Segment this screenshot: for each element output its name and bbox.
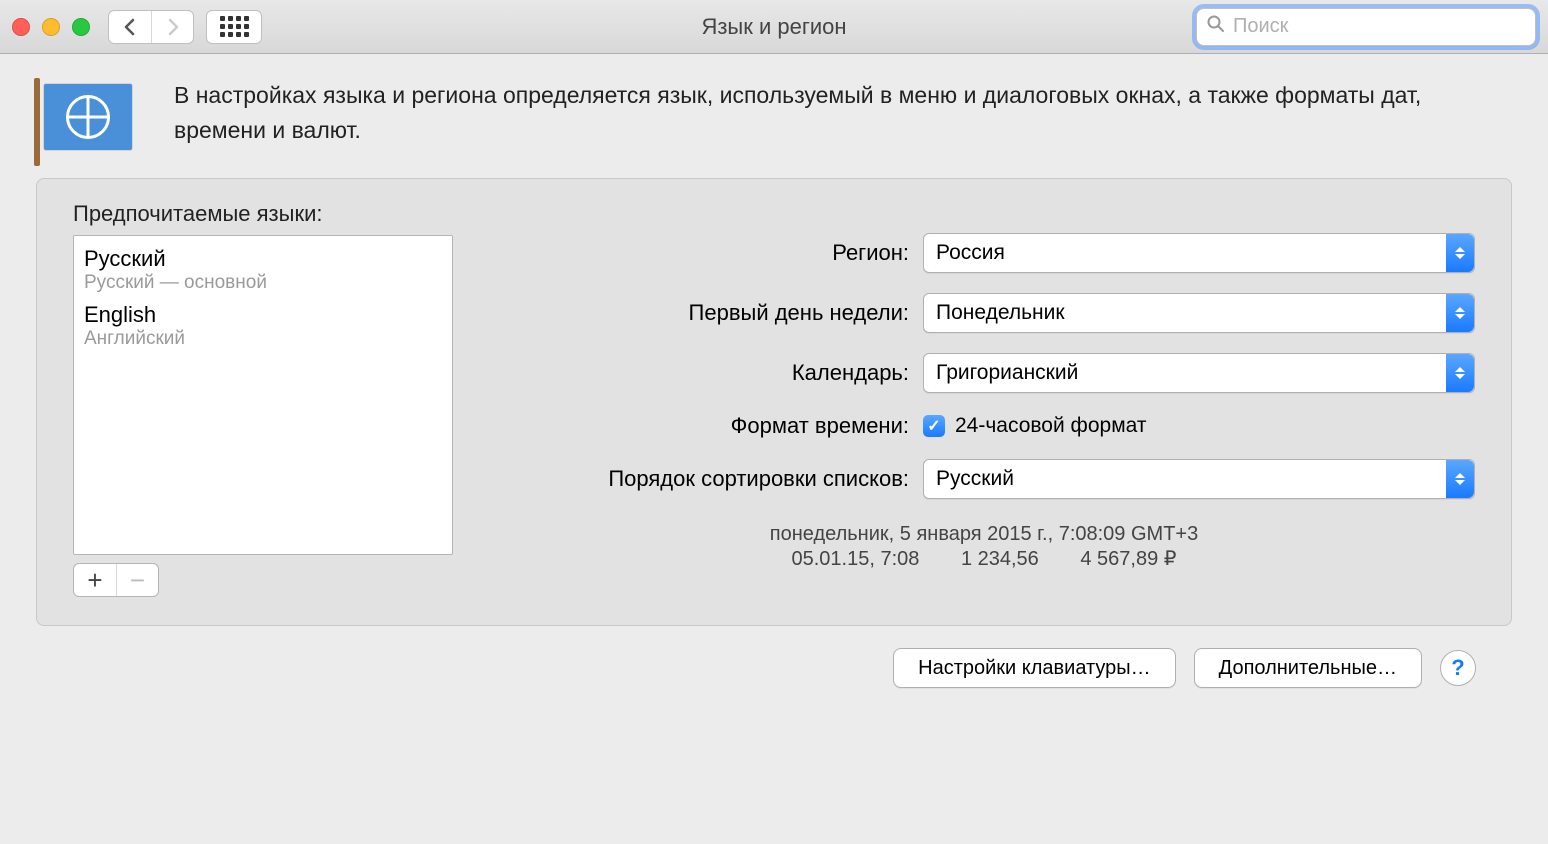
time-format-label: Формат времени: [493,413,923,439]
intro-text: В настройках языка и региона определяетс… [174,78,1454,147]
sample-currency: 4 567,89 ₽ [1080,548,1176,570]
titlebar: Язык и регион [0,0,1548,54]
calendar-select[interactable]: Григорианский [923,353,1475,393]
back-button[interactable] [109,11,151,43]
select-arrows-icon [1446,354,1474,392]
nav-buttons [108,10,194,44]
footer-buttons: Настройки клавиатуры… Дополнительные… ? [36,626,1512,688]
help-button[interactable]: ? [1440,650,1476,686]
first-day-value: Понедельник [936,301,1065,325]
language-list[interactable]: Русский Русский — основной English Англи… [73,235,453,555]
time-format-checkbox-label: 24-часовой формат [955,414,1146,438]
time-format-checkbox[interactable]: ✓ [923,415,945,437]
un-flag-icon [44,84,132,150]
language-subtitle: Английский [84,328,442,350]
first-day-label: Первый день недели: [493,300,923,326]
select-arrows-icon [1446,460,1474,498]
search-field[interactable] [1196,8,1536,46]
forward-button[interactable] [151,11,193,43]
settings-panel: Предпочитаемые языки: Русский Русский — … [36,178,1512,626]
sample-long-date: понедельник, 5 января 2015 г., 7:08:09 G… [493,523,1475,546]
sample-short-date: 05.01.15, 7:08 [791,548,919,570]
language-name: Русский [84,246,442,272]
select-arrows-icon [1446,294,1474,332]
first-day-select[interactable]: Понедельник [923,293,1475,333]
add-language-button[interactable]: + [74,564,116,596]
region-label: Регион: [493,240,923,266]
zoom-window-button[interactable] [72,18,90,36]
show-all-button[interactable] [206,10,262,44]
region-value: Россия [936,241,1005,265]
format-sample: понедельник, 5 января 2015 г., 7:08:09 G… [493,523,1475,571]
sample-number: 1 234,56 [961,548,1039,570]
language-name: English [84,302,442,328]
list-item[interactable]: Русский Русский — основной [84,242,442,298]
sort-order-label: Порядок сортировки списков: [493,466,923,492]
add-remove-controls: + − [73,563,159,597]
window-controls [12,18,90,36]
remove-language-button[interactable]: − [116,564,158,596]
intro-section: В настройках языка и региона определяетс… [36,78,1512,150]
preferred-languages-label: Предпочитаемые языки: [73,201,453,227]
sort-order-select[interactable]: Русский [923,459,1475,499]
language-subtitle: Русский — основной [84,272,442,294]
advanced-button[interactable]: Дополнительные… [1194,648,1422,688]
close-window-button[interactable] [12,18,30,36]
keyboard-settings-button[interactable]: Настройки клавиатуры… [893,648,1176,688]
region-select[interactable]: Россия [923,233,1475,273]
search-input[interactable] [1233,15,1525,38]
calendar-label: Календарь: [493,360,923,386]
list-item[interactable]: English Английский [84,298,442,354]
sort-order-value: Русский [936,467,1014,491]
minimize-window-button[interactable] [42,18,60,36]
calendar-value: Григорианский [936,361,1078,385]
select-arrows-icon [1446,234,1474,272]
grid-icon [220,16,249,37]
search-icon [1207,15,1225,39]
